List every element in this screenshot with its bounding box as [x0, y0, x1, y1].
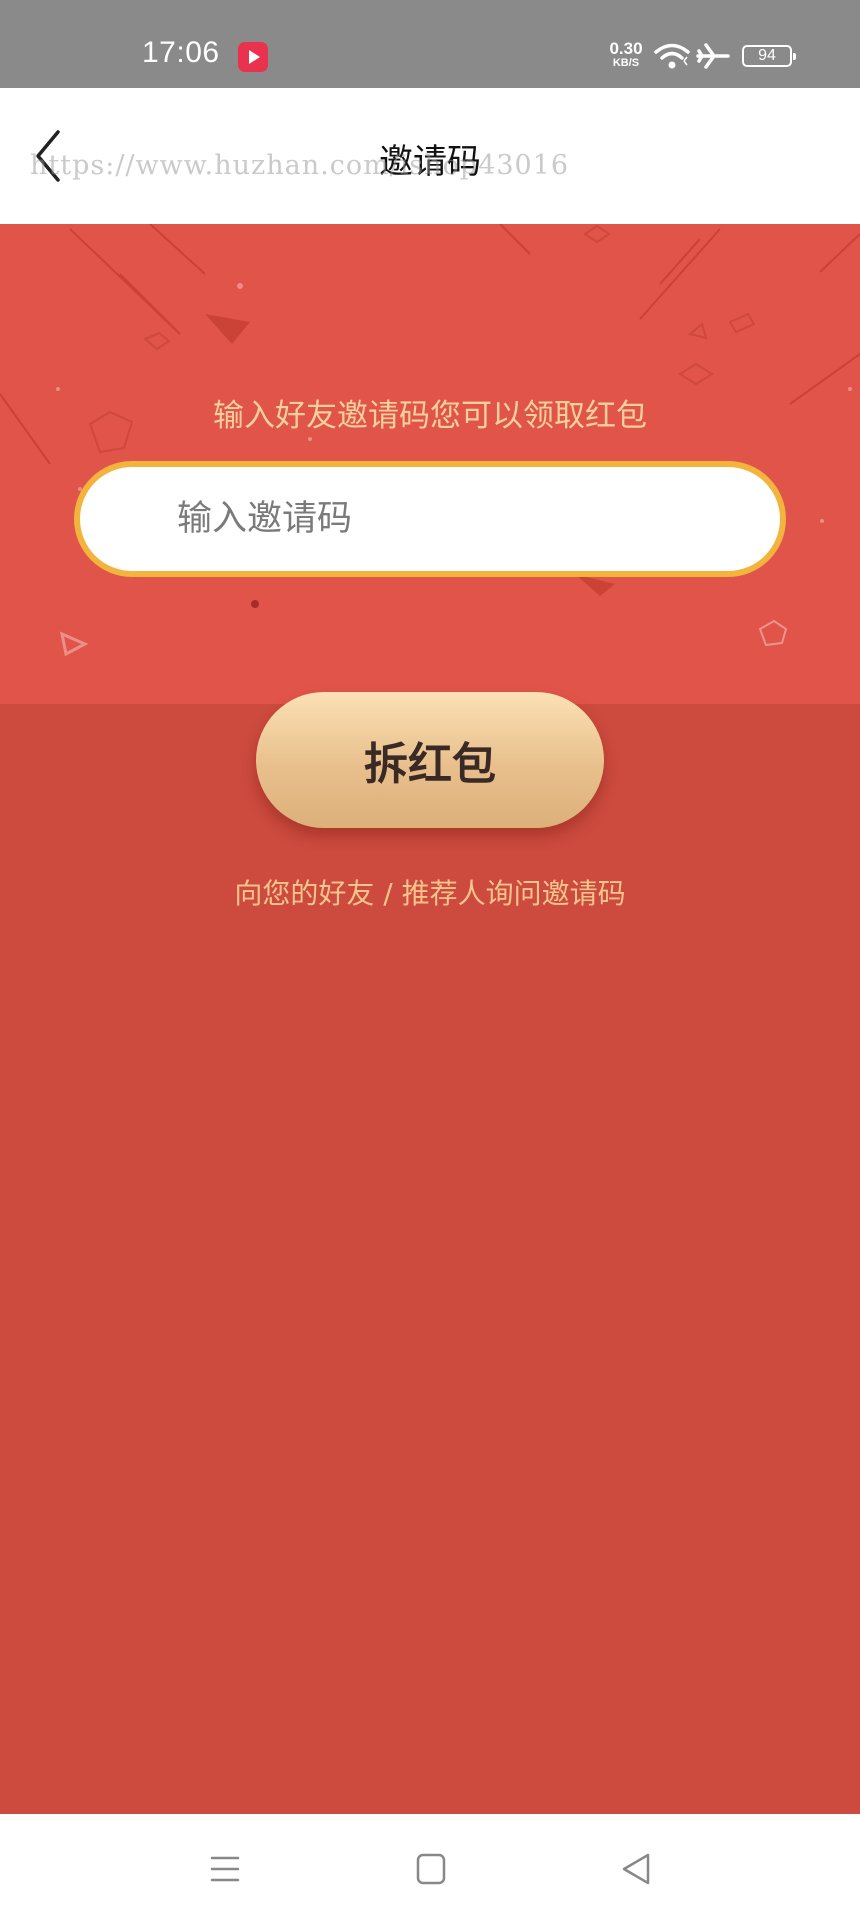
airplane-mode-icon [696, 42, 730, 74]
system-nav-bar [0, 1814, 860, 1920]
watermark-text: https://www.huzhan.com/ishop43016 [30, 150, 570, 181]
home-square-icon [416, 1853, 446, 1885]
header: 邀请码 https://www.huzhan.com/ishop43016 [0, 88, 860, 224]
status-time: 17:06 [142, 36, 220, 69]
battery-icon: 94 [742, 45, 796, 67]
invite-hint: 输入好友邀请码您可以领取红包 [213, 398, 647, 434]
wifi-icon [654, 42, 690, 74]
menu-button[interactable] [200, 1844, 250, 1894]
ask-referrer-hint: 向您的好友 / 推荐人询问邀请码 [234, 877, 626, 910]
network-speed-unit: KB/S [612, 57, 640, 69]
open-red-envelope-button[interactable]: 拆红包 [256, 692, 604, 828]
invite-code-field [74, 461, 786, 577]
status-bar: 17:06 0.30 KB/S 94 [0, 0, 860, 88]
invite-code-input[interactable] [175, 486, 739, 552]
network-speed: 0.30 KB/S [604, 40, 648, 69]
video-app-icon [238, 42, 268, 72]
network-speed-value: 0.30 [609, 39, 643, 58]
system-back-button[interactable] [612, 1844, 662, 1894]
back-triangle-icon [622, 1853, 650, 1885]
menu-icon [210, 1856, 240, 1882]
invite-code-field-inner [80, 467, 780, 571]
home-button[interactable] [406, 1844, 456, 1894]
